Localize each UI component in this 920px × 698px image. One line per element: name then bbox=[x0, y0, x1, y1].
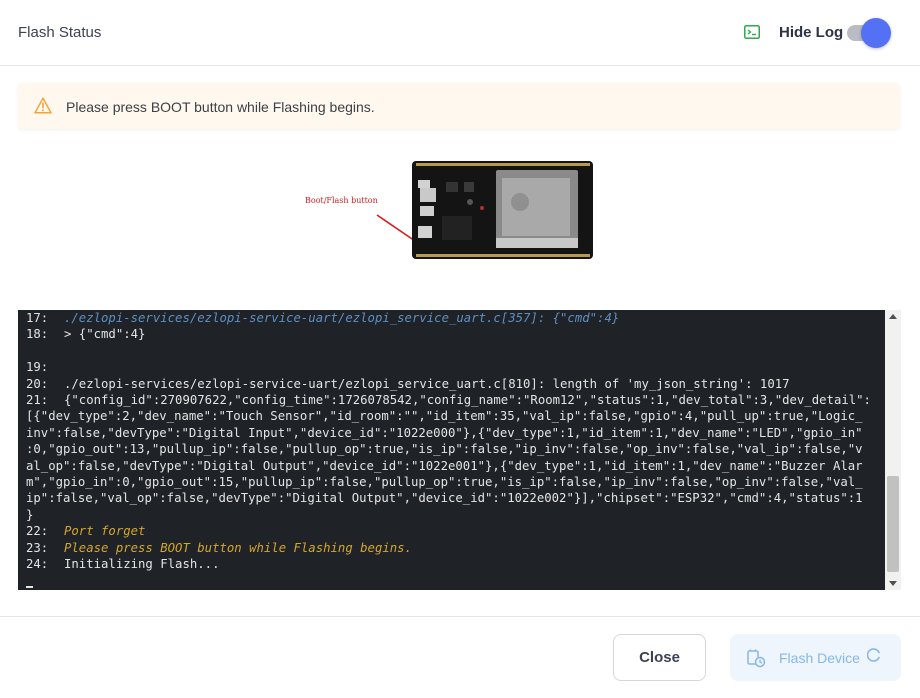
log-line: 24: Initializing Flash... bbox=[26, 556, 885, 572]
log-line-text: m","gpio_in":0,"gpio_out":15,"pullup_ip"… bbox=[26, 475, 863, 490]
log-line: 20: ./ezlopi-services/ezlopi-service-uart… bbox=[26, 376, 885, 392]
log-line-text: [{"dev_type":2,"dev_name":"Touch Sensor"… bbox=[26, 409, 863, 424]
terminal-cursor bbox=[26, 586, 33, 588]
log-line-text: :0,"gpio_out":13,"pullup_ip":false,"pull… bbox=[26, 442, 863, 457]
log-line-number: 23: bbox=[26, 540, 49, 555]
log-line: :0,"gpio_out":13,"pullup_ip":false,"pull… bbox=[26, 441, 885, 457]
log-line-text: } bbox=[26, 507, 34, 522]
flash-device-button[interactable]: Flash Device bbox=[730, 634, 901, 681]
log-line-number bbox=[26, 343, 64, 359]
scroll-down-arrow-icon[interactable] bbox=[889, 581, 897, 586]
log-line: 17: ./ezlopi-services/ezlopi-service-uart… bbox=[26, 310, 885, 326]
log-line-number: 21: bbox=[26, 393, 49, 408]
terminal-icon[interactable] bbox=[744, 25, 760, 39]
log-line bbox=[26, 343, 885, 359]
log-line: 19: bbox=[26, 359, 885, 375]
close-button[interactable]: Close bbox=[613, 634, 706, 681]
log-line: ip":false,"val_op":false,"devType":"Digi… bbox=[26, 490, 885, 506]
modal-title: Flash Status bbox=[18, 24, 102, 41]
hide-log-label: Hide Log bbox=[779, 24, 844, 41]
log-line-text: ./ezlopi-services/ezlopi-service-uart/ez… bbox=[64, 376, 790, 391]
warning-icon bbox=[34, 97, 52, 114]
scroll-up-arrow-icon[interactable] bbox=[889, 314, 897, 319]
log-line-text: {"config_id":270907622,"config_time":172… bbox=[64, 393, 871, 408]
log-line: } bbox=[26, 507, 885, 523]
log-line: 23: Please press BOOT button while Flashi… bbox=[26, 540, 885, 556]
log-line: [{"dev_type":2,"dev_name":"Touch Sensor"… bbox=[26, 408, 885, 424]
log-line-number: 18: bbox=[26, 327, 49, 342]
boot-warning-alert: Please press BOOT button while Flashing … bbox=[18, 83, 900, 129]
hide-log-toggle-knob[interactable] bbox=[861, 18, 891, 48]
esp32-board-illustration bbox=[376, 161, 593, 259]
log-lines: 17: ./ezlopi-services/ezlopi-service-uart… bbox=[26, 310, 885, 573]
log-line: al_op":false,"devType":"Digital Output",… bbox=[26, 458, 885, 474]
log-line-number: 24: bbox=[26, 557, 49, 572]
log-line-text: Port forget bbox=[64, 524, 146, 539]
log-line: 18: > {"cmd":4} bbox=[26, 326, 885, 342]
log-line: m","gpio_in":0,"gpio_out":15,"pullup_ip"… bbox=[26, 474, 885, 490]
log-line-number: 22: bbox=[26, 524, 49, 539]
log-line-text: al_op":false,"devType":"Digital Output",… bbox=[26, 458, 863, 473]
log-line-text: > {"cmd":4} bbox=[64, 327, 146, 342]
esp32-board-image: Boot/Flash button bbox=[300, 158, 600, 263]
log-scrollbar[interactable] bbox=[885, 310, 901, 590]
flash-device-label: Flash Device bbox=[779, 650, 860, 666]
log-line-text: ./ezlopi-services/ezlopi-service-uart/ez… bbox=[64, 311, 620, 325]
modal-footer: Close Flash Device bbox=[0, 616, 920, 698]
flash-device-icon bbox=[747, 649, 766, 668]
modal-header: Flash Status Hide Log bbox=[0, 0, 920, 66]
log-line-text: ip":false,"val_op":false,"devType":"Digi… bbox=[26, 491, 863, 506]
log-line-text: Initializing Flash... bbox=[64, 557, 220, 572]
alert-message: Please press BOOT button while Flashing … bbox=[66, 99, 375, 115]
log-line: 21: {"config_id":270907622,"config_time":… bbox=[26, 392, 885, 408]
log-line: inv":false,"devType":"Digital Input","de… bbox=[26, 425, 885, 441]
log-line: 22: Port forget bbox=[26, 523, 885, 539]
log-line-text: inv":false,"devType":"Digital Input","de… bbox=[26, 425, 863, 440]
flash-log-terminal[interactable]: 17: ./ezlopi-services/ezlopi-service-uart… bbox=[18, 310, 885, 590]
log-line-text: Please press BOOT button while Flashing … bbox=[64, 540, 412, 555]
scrollbar-thumb[interactable] bbox=[887, 476, 899, 572]
log-line-number: 20: bbox=[26, 376, 49, 391]
log-line-number: 19: bbox=[26, 360, 49, 375]
log-line-number: 17: bbox=[26, 311, 49, 325]
loading-spinner-icon bbox=[867, 648, 880, 662]
log-line-text bbox=[64, 343, 71, 359]
